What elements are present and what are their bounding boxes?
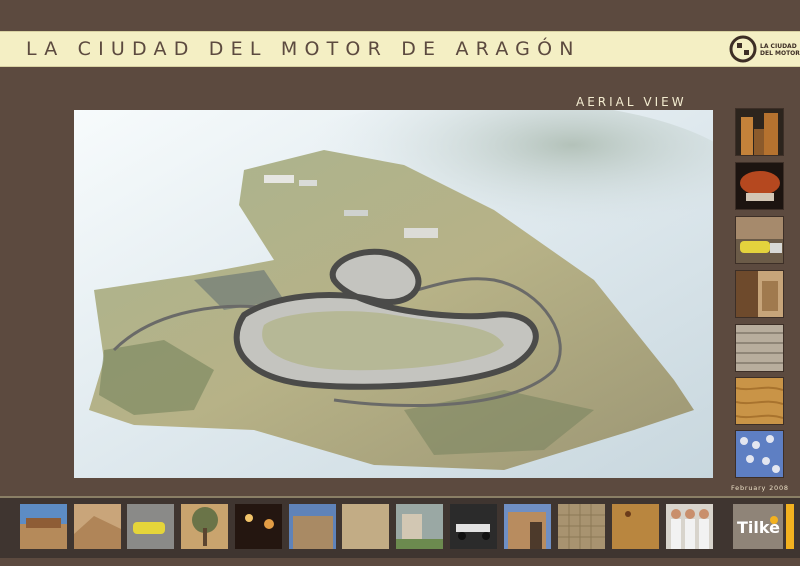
aerial-render <box>74 110 713 478</box>
thumbnail-strip: Tilke <box>0 496 800 558</box>
modern-building-photo-icon <box>289 504 336 549</box>
logo-text: LA CIUDAD DEL MOTOR <box>760 43 800 57</box>
logo: LA CIUDAD DEL MOTOR <box>728 34 800 64</box>
strip-thumb-night-square[interactable] <box>235 504 282 549</box>
strip-thumb-olive-tree[interactable] <box>181 504 228 549</box>
tilke-logo: Tilke <box>733 504 783 549</box>
section-heading: AERIAL VIEW <box>576 95 687 109</box>
drivers-photo-icon <box>666 504 713 549</box>
building-photo-icon <box>736 271 783 317</box>
thumbnail-castle[interactable] <box>736 109 783 155</box>
formula-car-photo-icon <box>450 504 497 549</box>
thumbnail-texture-stone[interactable] <box>736 325 783 371</box>
strip-thumb-wood-grain[interactable] <box>612 504 659 549</box>
bullring-photo-icon <box>20 504 67 549</box>
wood-grain-icon <box>612 504 659 549</box>
wood-texture-icon <box>736 378 783 424</box>
strip-thumb-bullring[interactable] <box>20 504 67 549</box>
olive-tree-photo-icon <box>181 504 228 549</box>
title-band: LA CIUDAD DEL MOTOR DE ARAGÓN LA CIUDAD … <box>0 31 800 67</box>
town-photo-icon <box>396 504 443 549</box>
stone-texture-icon <box>736 325 783 371</box>
race-car-photo-icon <box>736 217 783 263</box>
strip-thumb-sand-texture[interactable] <box>342 504 389 549</box>
strip-thumb-modern-building[interactable] <box>289 504 336 549</box>
facade-photo-icon <box>504 504 551 549</box>
strip-thumb-drivers[interactable] <box>666 504 713 549</box>
night-car-photo-icon <box>736 163 783 209</box>
strip-thumb-tiles[interactable] <box>558 504 605 549</box>
crowd-photo-icon <box>736 431 783 477</box>
sand-texture-icon <box>342 504 389 549</box>
castle-photo-icon <box>736 109 783 155</box>
tiles-texture-icon <box>558 504 605 549</box>
strip-thumb-rock[interactable] <box>74 504 121 549</box>
strip-thumb-facade[interactable] <box>504 504 551 549</box>
tilke-dot-icon <box>770 516 778 524</box>
thumbnail-race-car[interactable] <box>736 217 783 263</box>
night-square-photo-icon <box>235 504 282 549</box>
racecar-photo-icon <box>127 504 174 549</box>
rock-photo-icon <box>74 504 121 549</box>
page-title: LA CIUDAD DEL MOTOR DE ARAGÓN <box>26 38 581 60</box>
thumbnail-wood[interactable] <box>736 378 783 424</box>
aerial-view-image <box>74 110 713 478</box>
date-label: February 2008 <box>731 484 789 492</box>
strip-thumb-racecar[interactable] <box>127 504 174 549</box>
thumbnail-crowd[interactable] <box>736 431 783 477</box>
accent-bar <box>786 504 794 549</box>
thumbnail-building[interactable] <box>736 271 783 317</box>
strip-thumb-formula-car[interactable] <box>450 504 497 549</box>
strip-thumb-town[interactable] <box>396 504 443 549</box>
logo-mark-icon <box>729 35 757 63</box>
thumbnail-night-car[interactable] <box>736 163 783 209</box>
